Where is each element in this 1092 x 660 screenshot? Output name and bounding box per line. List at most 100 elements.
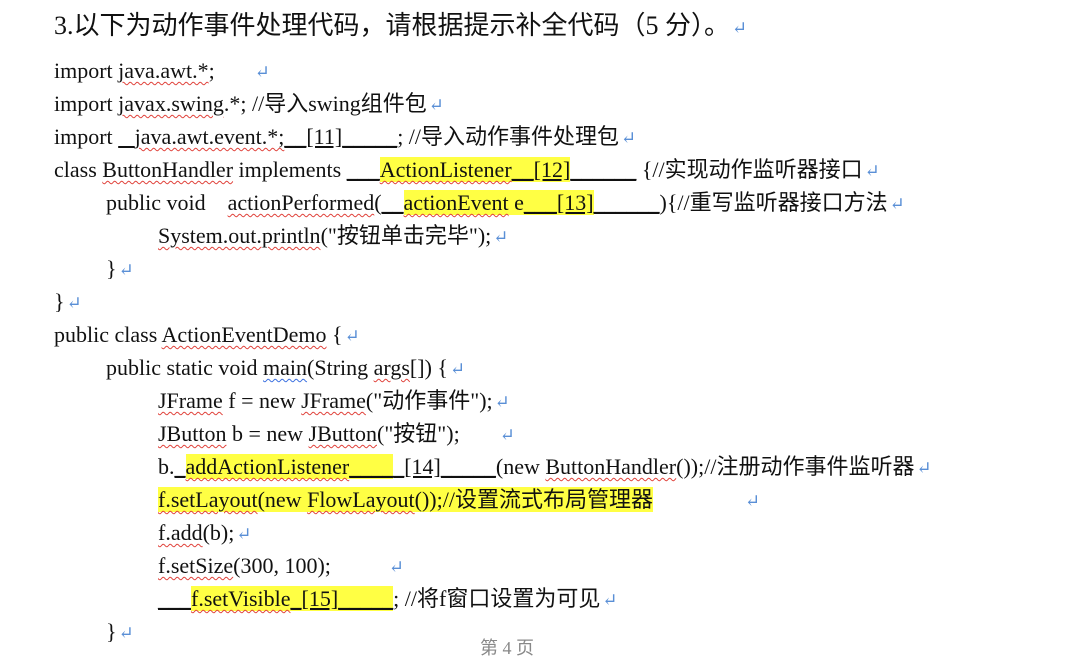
answer-highlight: addActionListener xyxy=(185,454,350,479)
paragraph-mark-icon: ↵ xyxy=(621,128,637,148)
code-token: java.awt.event.*; xyxy=(134,124,285,149)
code-token: JFrame xyxy=(158,388,223,413)
code-line-17: ___f.setVisible_[15]_____; //将f窗口设置为可见 ↵ xyxy=(54,582,932,615)
code-block: import java.awt.*; ↵ import javax.swing.*… xyxy=(54,54,932,648)
answer-highlight: f.setVisible xyxy=(191,586,291,611)
blank-underline: ___ xyxy=(523,190,557,215)
code-line-14: f.setLayout(new FlowLayout());//设置流式布局管理… xyxy=(54,483,932,516)
question-title: 3.以下为动作事件处理代码，请根据提示补全代码（5 分）。 ↵ xyxy=(54,8,747,46)
code-line-2: import javax.swing.*; //导入swing组件包 ↵ xyxy=(54,87,932,120)
paragraph-mark-icon: ↵ xyxy=(493,227,509,247)
answer-highlight: ActionListener xyxy=(379,157,512,182)
paragraph-mark-icon: ↵ xyxy=(744,491,761,511)
code-token: } xyxy=(106,256,117,281)
paragraph-mark-icon: ↵ xyxy=(388,557,405,577)
code-token: main xyxy=(263,355,308,380)
blank-underline: ___ xyxy=(346,157,380,182)
paragraph-mark-icon: ↵ xyxy=(449,359,466,379)
answer-highlight: actionEvent xyxy=(403,190,509,215)
code-line-3: import java.awt.event.*;__[11]_____; //导… xyxy=(54,120,932,153)
code-token: f.add xyxy=(158,520,203,545)
code-token: ("按钮单击完毕"); xyxy=(320,223,492,248)
blank-underline xyxy=(118,124,135,149)
blank-number-11: [11] xyxy=(306,124,343,149)
code-token: public class xyxy=(54,322,162,347)
code-token: ; //导入动作事件处理包 xyxy=(397,124,620,149)
code-line-11: JFrame f = new JFrame("动作事件"); ↵ xyxy=(54,384,932,417)
code-token: ; //将f窗口设置为可见 xyxy=(393,586,601,611)
code-token: .*; //导入swing组件包 xyxy=(223,91,427,116)
code-token: (new xyxy=(495,454,546,479)
code-token: ( xyxy=(374,190,382,215)
code-token: ());//注册动作事件监听器 xyxy=(676,454,915,479)
blank-underline: _ xyxy=(290,586,302,611)
code-line-12: JButton b = new JButton("按钮"); ↵ xyxy=(54,417,932,450)
code-token: []) { xyxy=(409,355,448,380)
paragraph-mark-icon: ↵ xyxy=(428,95,444,115)
blank-underline: ______ xyxy=(593,190,660,215)
code-token: ("动作事件"); xyxy=(365,388,493,413)
code-line-10: public static void main(String args[]) {… xyxy=(54,351,932,384)
code-token: import xyxy=(54,124,119,149)
blank-underline: __ xyxy=(381,190,404,215)
code-token: (300, 100); xyxy=(233,553,331,578)
paragraph-mark-icon: ↵ xyxy=(118,623,134,643)
code-line-9: public class ActionEventDemo {↵ xyxy=(54,318,932,351)
blank-underline: _ xyxy=(174,454,186,479)
code-token: b. xyxy=(158,454,175,479)
paragraph-mark-icon: ↵ xyxy=(916,458,932,478)
blank-number-14: [14] xyxy=(404,454,441,479)
code-token: implements xyxy=(233,157,347,182)
blank-number-12: [12] xyxy=(533,157,571,182)
code-line-8: } ↵ xyxy=(54,285,932,318)
code-token: import xyxy=(54,58,119,83)
code-token: ActionEventDemo xyxy=(161,322,327,347)
code-token: JFrame xyxy=(301,388,366,413)
code-token: (b); xyxy=(202,520,235,545)
code-token: b = new xyxy=(226,421,309,446)
blank-underline: _____ xyxy=(338,586,394,611)
code-token: actionPerformed xyxy=(227,190,375,215)
code-line-4: class ButtonHandler implements ___Action… xyxy=(54,153,932,186)
code-token: (String xyxy=(307,355,374,380)
blank-underline: __ xyxy=(284,124,307,149)
answer-highlight: e xyxy=(508,190,524,215)
code-token: JButton xyxy=(308,421,377,446)
code-line-5: public void actionPerformed(__actionEven… xyxy=(54,186,932,219)
blank-underline: _____ xyxy=(342,124,398,149)
blank-underline: _____ xyxy=(440,454,496,479)
code-line-16: f.setSize(300, 100); ↵ xyxy=(54,549,932,582)
code-token: public void xyxy=(106,190,228,215)
paragraph-mark-icon: ↵ xyxy=(494,392,510,412)
document-page: 3.以下为动作事件处理代码，请根据提示补全代码（5 分）。 ↵ import ja… xyxy=(0,0,1092,658)
blank-underline: ____ xyxy=(349,454,394,479)
paragraph-mark-icon: ↵ xyxy=(118,260,134,280)
answer-highlight: ());//设置流式布局管理器 xyxy=(414,487,653,512)
paragraph-mark-icon: ↵ xyxy=(732,18,748,38)
code-token: class xyxy=(54,157,103,182)
code-line-1: import java.awt.*; ↵ xyxy=(54,54,932,87)
code-token: { xyxy=(326,322,343,347)
code-line-6: System.out.println("按钮单击完毕"); ↵ xyxy=(54,219,932,252)
paragraph-mark-icon: ↵ xyxy=(499,425,515,445)
answer-highlight: (new xyxy=(257,487,308,512)
paragraph-mark-icon: ↵ xyxy=(344,326,360,346)
paragraph-mark-icon: ↵ xyxy=(66,293,82,313)
blank-underline: __ xyxy=(511,157,534,182)
code-token: args xyxy=(373,355,410,380)
code-token: public static void xyxy=(106,355,264,380)
code-token: JButton xyxy=(158,421,227,446)
code-token: ButtonHandler xyxy=(102,157,234,182)
answer-highlight: FlowLayout xyxy=(307,487,415,512)
paragraph-mark-icon: ↵ xyxy=(602,590,618,610)
paragraph-mark-icon: ↵ xyxy=(236,524,252,544)
page-footer: 第 4 页 xyxy=(480,638,534,658)
blank-underline: ______ xyxy=(570,157,637,182)
code-token: ("按钮"); xyxy=(377,421,460,446)
code-line-13: b._addActionListener_____[14]_____(new B… xyxy=(54,450,932,483)
blank-number-15: [15] xyxy=(301,586,339,611)
code-line-7: } ↵ xyxy=(54,252,932,285)
code-token: ButtonHandler xyxy=(545,454,677,479)
code-token: } xyxy=(106,619,117,644)
code-token: import xyxy=(54,91,119,116)
